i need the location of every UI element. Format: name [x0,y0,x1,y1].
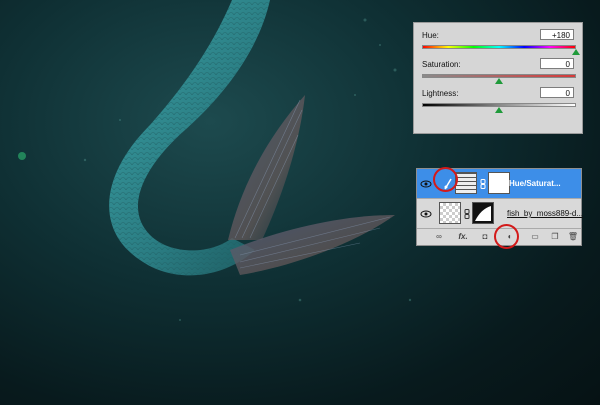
hue-slider-track[interactable] [422,45,576,49]
chain-link-icon[interactable] [480,179,486,189]
adjustment-thumbnail [455,172,477,194]
fx-icon[interactable]: fx. [455,231,471,243]
saturation-value-field[interactable]: 0 [540,58,574,69]
mask-icon[interactable]: ◘ [479,231,491,243]
upper-fin [228,95,305,240]
layer-name-fish[interactable]: fish_by_moss889-d... [507,209,583,218]
hue-saturation-panel: Hue: +180 Saturation: 0 Lightness: 0 [413,22,583,134]
fish-layer-thumbnail [439,202,461,224]
chain-link-icon[interactable] [464,209,470,219]
group-folder-icon[interactable]: ▭ [529,231,541,243]
hue-value-field[interactable]: +180 [540,29,574,40]
lightness-label: Lightness: [422,89,459,98]
layer-name-hue-saturation[interactable]: Hue/Saturat... [509,179,561,188]
hue-slider-thumb[interactable] [572,49,580,55]
annotation-circle-clip-icon [433,167,458,192]
lightness-slider-thumb[interactable] [495,107,503,113]
saturation-label: Saturation: [422,60,461,69]
link-icon[interactable]: ∞ [433,231,445,243]
new-layer-icon[interactable]: ❐ [549,231,561,243]
trash-icon[interactable]: 🗑 [567,231,579,243]
eye-visibility-icon[interactable] [420,178,432,190]
lightness-value-field[interactable]: 0 [540,87,574,98]
saturation-slider-thumb[interactable] [495,78,503,84]
layer-row-fish[interactable]: fish_by_moss889-d... [417,199,583,229]
annotation-circle-adjustment-button [494,224,519,249]
hue-label: Hue: [422,31,439,40]
fish-mask-thumbnail[interactable] [472,202,494,224]
eye-visibility-icon[interactable] [420,208,432,220]
layer-mask-thumbnail[interactable] [488,172,510,194]
